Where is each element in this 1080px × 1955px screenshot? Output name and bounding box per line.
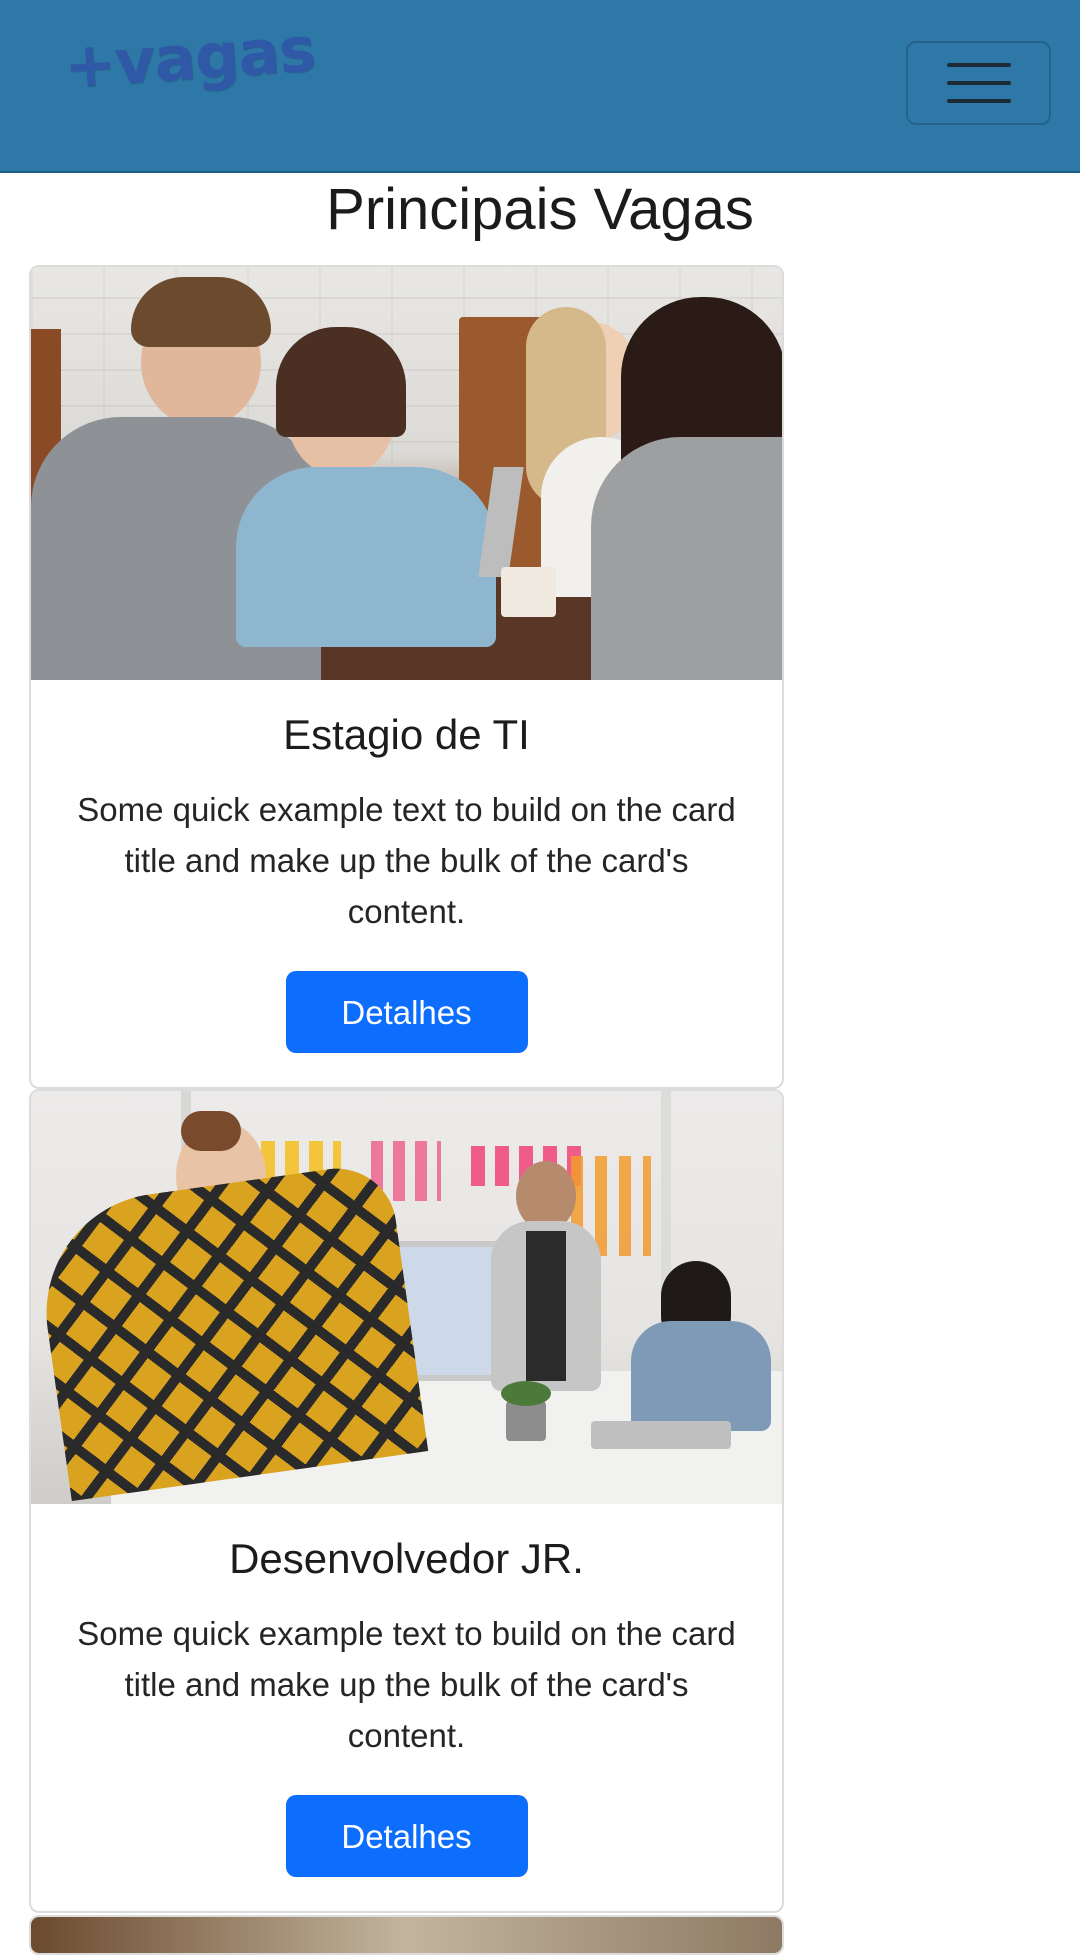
details-button[interactable]: Detalhes bbox=[285, 971, 528, 1053]
page-title: Principais Vagas bbox=[326, 177, 754, 242]
job-card: Estagio de TI Some quick example text to… bbox=[29, 265, 784, 1089]
card-image-team-meeting bbox=[31, 267, 782, 680]
details-button[interactable]: Detalhes bbox=[285, 1795, 528, 1877]
hamburger-menu-icon bbox=[946, 63, 1011, 103]
job-card: Desenvolvedor JR. Some quick example tex… bbox=[29, 1089, 784, 1913]
menu-toggle-button[interactable] bbox=[906, 41, 1051, 125]
navbar: +vagas bbox=[0, 0, 1080, 173]
card-title: Desenvolvedor JR. bbox=[229, 1535, 584, 1582]
card-title: Estagio de TI bbox=[283, 711, 530, 758]
job-card bbox=[29, 1915, 784, 1955]
card-image-office-presentation bbox=[31, 1091, 782, 1504]
card-text: Some quick example text to build on the … bbox=[77, 791, 736, 930]
card-image-next bbox=[31, 1917, 782, 1953]
brand-logo[interactable]: +vagas bbox=[61, 13, 317, 103]
card-text: Some quick example text to build on the … bbox=[77, 1615, 736, 1754]
